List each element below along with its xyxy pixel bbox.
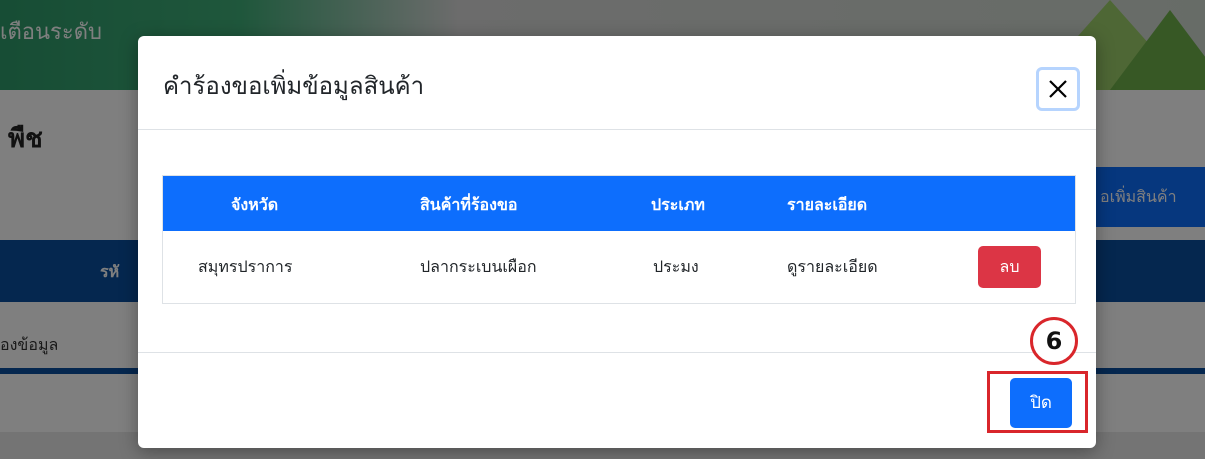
table-row: สมุทรปราการ ปลากระเบนเผือก ประมง ดูรายละ… (163, 231, 1075, 303)
table-header: จังหวัด สินค้าที่ร้องขอ ประเภท รายละเอีย… (163, 176, 1075, 231)
modal-close-button[interactable] (1036, 67, 1080, 111)
delete-button[interactable]: ลบ (978, 246, 1041, 288)
cell-product: ปลากระเบนเผือก (420, 257, 537, 276)
modal-header: คำร้องขอเพิ่มข้อมูลสินค้า (138, 36, 1096, 130)
step-number-badge: 6 (1030, 317, 1078, 365)
request-modal: คำร้องขอเพิ่มข้อมูลสินค้า จังหวัด สินค้า… (138, 36, 1096, 448)
column-header-type: ประเภท (651, 195, 705, 214)
column-header-province: จังหวัด (231, 195, 279, 214)
column-header-details: รายละเอียด (787, 195, 868, 214)
modal-footer: ปิด (138, 352, 1096, 448)
modal-body: จังหวัด สินค้าที่ร้องขอ ประเภท รายละเอีย… (138, 130, 1096, 352)
cell-type: ประมง (653, 257, 699, 276)
cell-province: สมุทรปราการ (198, 257, 293, 276)
modal-title: คำร้องขอเพิ่มข้อมูลสินค้า (163, 72, 425, 100)
highlight-box (987, 371, 1088, 433)
request-table: จังหวัด สินค้าที่ร้องขอ ประเภท รายละเอีย… (162, 175, 1076, 304)
close-icon (1049, 80, 1067, 98)
view-details-link[interactable]: ดูรายละเอียด (787, 255, 878, 280)
column-header-product: สินค้าที่ร้องขอ (420, 195, 518, 214)
